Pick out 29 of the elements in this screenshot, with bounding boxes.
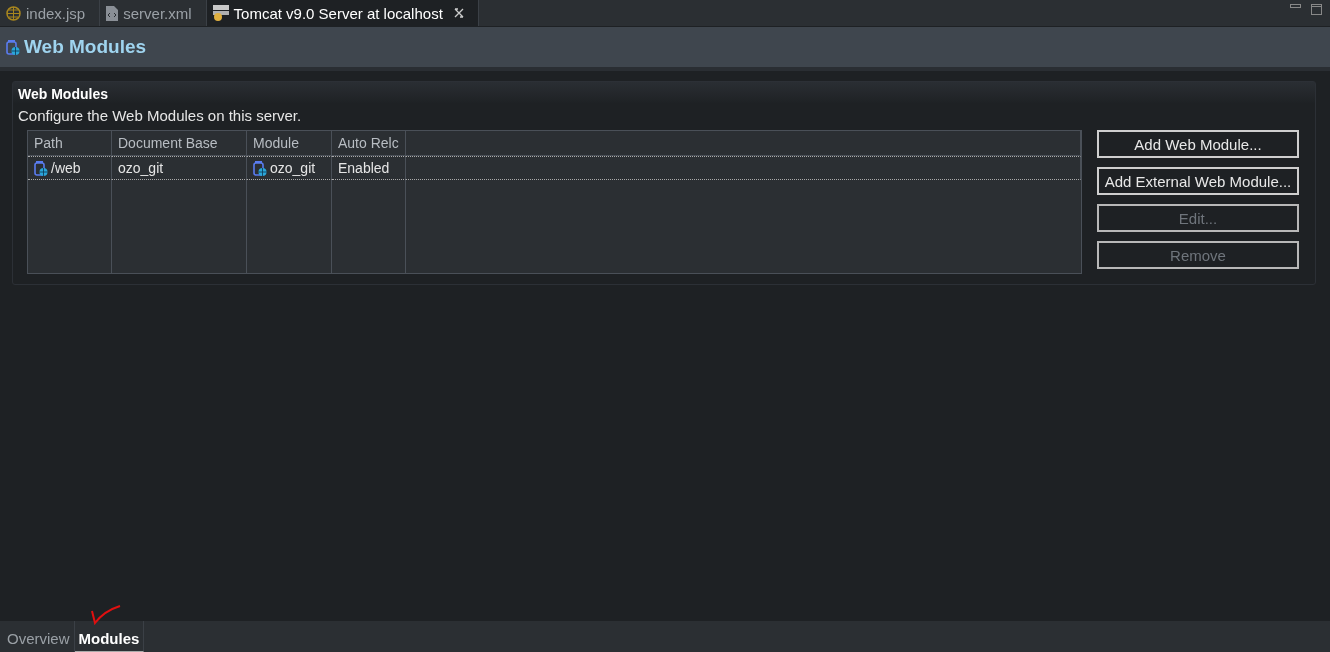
table-cell[interactable]: Enabled <box>332 156 406 180</box>
minimize-icon[interactable] <box>1290 4 1301 9</box>
check-mark-annotation <box>90 603 122 625</box>
column-header[interactable]: Module <box>247 131 332 156</box>
section-description: Configure the Web Modules on this server. <box>17 106 303 126</box>
column-header[interactable]: Path <box>28 131 112 156</box>
web-module-icon <box>6 38 20 56</box>
action-button[interactable]: Add Web Module... <box>1097 130 1299 158</box>
server-icon <box>212 5 229 21</box>
page-tab[interactable]: Overview <box>3 621 75 652</box>
page-title: Web Modules <box>24 36 147 58</box>
table-cell[interactable]: ozo_git <box>247 156 332 180</box>
column-header[interactable]: Auto Relc <box>332 131 406 156</box>
editor-tab[interactable]: server.xml <box>100 0 207 26</box>
table-cell[interactable]: /web <box>28 156 112 180</box>
action-button[interactable]: Add External Web Module... <box>1097 167 1299 195</box>
globe-icon <box>6 5 21 21</box>
table-cell[interactable]: ozo_git <box>112 156 247 180</box>
editor-tab[interactable]: index.jsp <box>0 0 101 26</box>
editor-tab[interactable]: Tomcat v9.0 Server at localhost <box>206 0 479 26</box>
column-header[interactable]: Document Base <box>112 131 247 156</box>
maximize-icon[interactable] <box>1311 4 1322 15</box>
close-icon[interactable] <box>453 8 464 18</box>
file-icon <box>106 5 119 21</box>
web-module-icon <box>34 159 48 177</box>
path-text: /web <box>51 160 81 176</box>
module-text: ozo_git <box>270 160 316 176</box>
web-module-icon <box>253 159 267 177</box>
page-tab[interactable]: Modules <box>74 621 145 652</box>
